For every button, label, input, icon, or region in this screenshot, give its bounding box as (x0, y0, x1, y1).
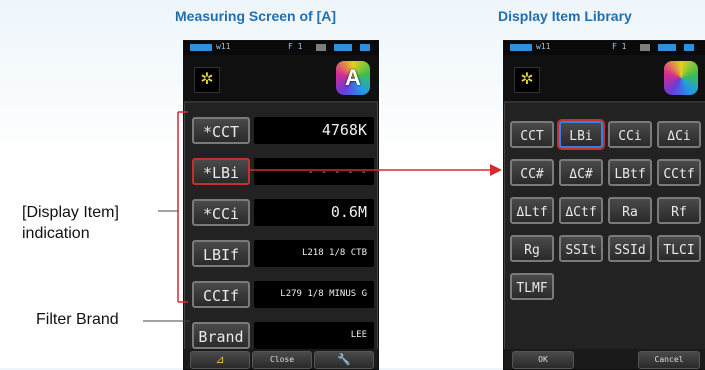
lib-item-tlci[interactable]: TLCI (657, 235, 701, 262)
sun-icon[interactable]: ✲ (514, 67, 540, 93)
lib-item-cct[interactable]: CCT (510, 121, 554, 148)
item-button-lbi[interactable]: *LBi (192, 158, 250, 185)
status-left: w11 (216, 42, 231, 51)
arrow-head-icon (490, 164, 502, 176)
lib-item-cci[interactable]: CCi (608, 121, 652, 148)
logo-letter: A (345, 65, 361, 90)
delta-icon[interactable]: ⊿ (190, 351, 250, 369)
display-item-label-line2: indication (22, 225, 90, 242)
display-item-label-line1: [Display Item] (22, 204, 119, 221)
value-cct: 4768K (254, 117, 374, 144)
measuring-screen-title: Measuring Screen of [A] (175, 8, 337, 24)
display-item-indication-label: [Display Item] indication (22, 202, 119, 244)
item-button-cci[interactable]: *CCi (192, 199, 250, 226)
status-left: w11 (536, 42, 551, 51)
value-lbif: L218 1/8 CTB (254, 240, 374, 267)
lib-item-delta-ctf[interactable]: ΔCtf (559, 197, 603, 224)
lib-item-lbtf[interactable]: LBtf (608, 159, 652, 186)
screen-header: ✲ A (184, 55, 378, 103)
item-button-lbif[interactable]: LBIf (192, 240, 250, 267)
lib-item-delta-ltf[interactable]: ΔLtf (510, 197, 554, 224)
wrench-icon[interactable]: 🔧 (314, 351, 374, 369)
wireless-icon (334, 44, 352, 51)
status-bar: w11 F 1 (184, 41, 378, 55)
display-item-library-title: Display Item Library (498, 8, 632, 24)
lib-item-cc-hash[interactable]: CC# (510, 159, 554, 186)
power-icon (684, 44, 694, 51)
power-icon (360, 44, 370, 51)
signal-icon (640, 44, 650, 51)
cancel-button[interactable]: Cancel (638, 351, 700, 369)
lib-item-tlmf[interactable]: TLMF (510, 273, 554, 300)
status-mid: F 1 (612, 42, 627, 51)
lib-item-ssit[interactable]: SSIt (559, 235, 603, 262)
screen-header: ✲ (504, 55, 705, 103)
lib-item-ssid[interactable]: SSId (608, 235, 652, 262)
brand-button[interactable]: Brand (192, 322, 250, 349)
filter-brand-label: Filter Brand (36, 311, 119, 328)
value-ccif: L279 1/8 MINUS G (254, 281, 374, 308)
lib-item-rg[interactable]: Rg (510, 235, 554, 262)
close-button[interactable]: Close (252, 351, 312, 369)
signal-icon (316, 44, 326, 51)
lib-item-cctf[interactable]: CCtf (657, 159, 701, 186)
lib-item-rf[interactable]: Rf (657, 197, 701, 224)
lib-item-ra[interactable]: Ra (608, 197, 652, 224)
color-wheel-logo (664, 61, 698, 95)
battery-icon (510, 44, 532, 51)
lib-item-lbi[interactable]: LBi (559, 121, 603, 148)
value-brand: LEE (254, 322, 374, 349)
measuring-screen: w11 F 1 ✲ A *CCT 4768K *LBi - - - - - *C… (183, 40, 379, 370)
item-button-cct[interactable]: *CCT (192, 117, 250, 144)
screen-footer: ⊿ Close 🔧 (184, 349, 378, 369)
value-lbi: - - - - - (254, 158, 374, 185)
display-item-library-screen: w11 F 1 ✲ CCT LBi CCi ΔCi CC# ΔC# LBtf C… (503, 40, 705, 370)
value-cci: 0.6M (254, 199, 374, 226)
battery-icon (190, 44, 212, 51)
color-wheel-logo: A (336, 61, 370, 95)
lib-item-delta-c-hash[interactable]: ΔC# (559, 159, 603, 186)
screen-footer: OK Cancel (504, 349, 705, 369)
item-button-ccif[interactable]: CCIf (192, 281, 250, 308)
status-bar: w11 F 1 (504, 41, 705, 55)
wireless-icon (658, 44, 676, 51)
lib-item-delta-ci[interactable]: ΔCi (657, 121, 701, 148)
sun-icon[interactable]: ✲ (194, 67, 220, 93)
status-mid: F 1 (288, 42, 303, 51)
ok-button[interactable]: OK (512, 351, 574, 369)
